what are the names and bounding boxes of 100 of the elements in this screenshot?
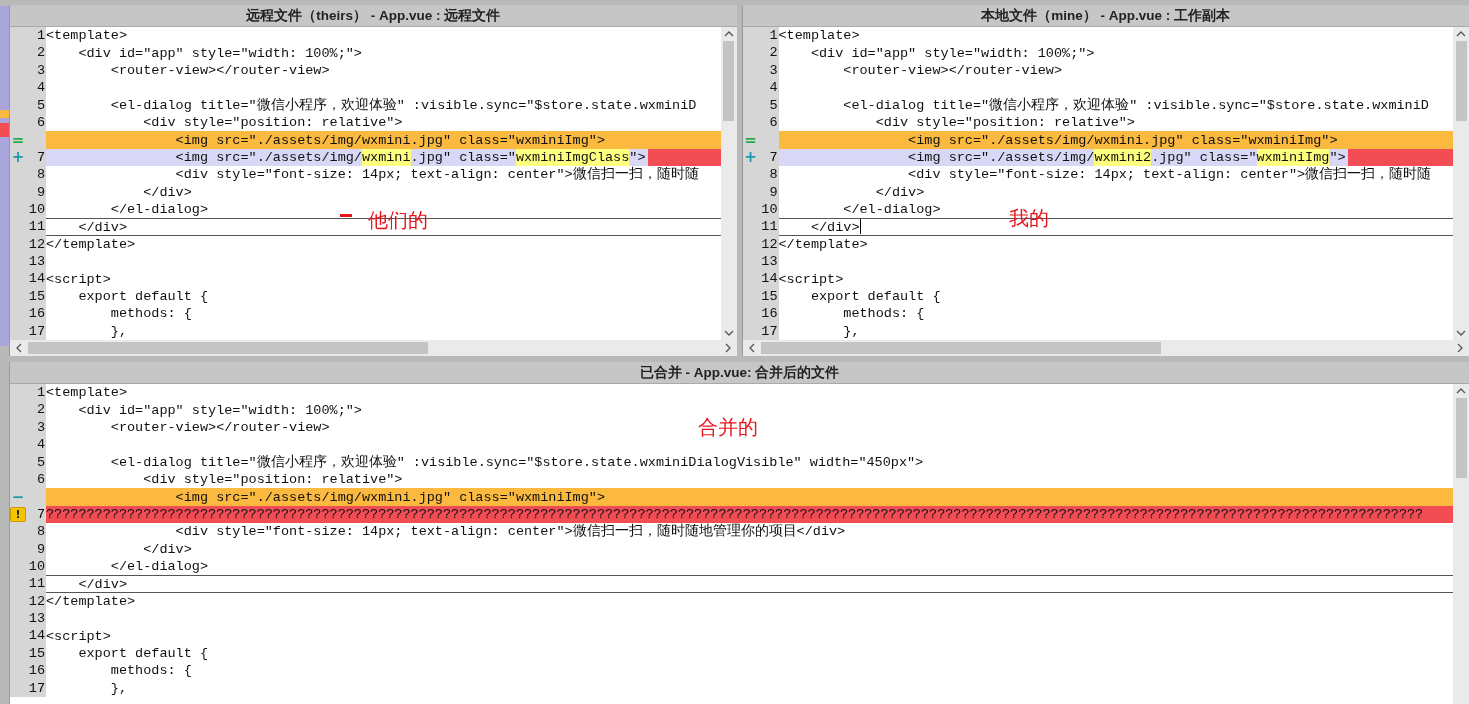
scroll-down-icon[interactable]: [1456, 330, 1466, 336]
equal-marker: =: [744, 132, 757, 148]
vertical-scrollbar[interactable]: [1453, 384, 1469, 704]
line-number: 6: [35, 113, 46, 132]
code-text: <template>: [46, 384, 127, 402]
code-text: methods: {: [109, 305, 192, 323]
scrollbar-thumb[interactable]: [1455, 398, 1467, 478]
code-text: <div style="position: relative">: [142, 114, 403, 132]
line-number: 10: [27, 200, 46, 219]
added-marker: +: [11, 149, 25, 165]
line-number: 3: [768, 61, 779, 80]
code-text: <el-dialog title="微信小程序，欢迎体验" :visible.sync="$store.state.wxminiDialogVisible" width="450px">: [109, 453, 924, 471]
code-text: </template>: [778, 235, 868, 253]
scroll-right-icon[interactable]: [1457, 343, 1463, 353]
horizontal-scrollbar[interactable]: [10, 340, 737, 356]
code-text: ">: [1329, 148, 1346, 166]
code-text: },: [109, 322, 127, 340]
line-number: 7: [35, 505, 46, 524]
scroll-left-icon[interactable]: [748, 343, 755, 353]
code-text: </el-dialog>: [842, 201, 941, 219]
code-text: <div style="font-size: 14px; text-align: center">微信扫一扫，随时随: [174, 166, 699, 184]
added-marker: +: [744, 149, 757, 165]
removed-marker: −: [11, 489, 25, 505]
code-text: </div>: [142, 183, 192, 201]
line-number: 13: [27, 253, 46, 271]
code-text: <el-dialog title="微信小程序，欢迎体验" :visible.sync="$store.state.wxminiD: [109, 96, 697, 114]
code-text: <script>: [46, 270, 111, 288]
line-number: 2: [35, 44, 46, 62]
line-number: 15: [760, 287, 779, 306]
vertical-scrollbar[interactable]: [720, 27, 737, 340]
pane-title: 本地文件（mine） - App.vue : 工作副本: [742, 5, 1469, 27]
code-text: <div id="app" style="width: 100%;">: [809, 44, 1095, 62]
line-number: 11: [27, 218, 46, 236]
line-number: 9: [35, 183, 46, 201]
line-number: 14: [760, 270, 779, 288]
pane-title: 已合并 - App.vue: 合并后的文件: [10, 362, 1469, 384]
scrollbar-thumb[interactable]: [1455, 41, 1467, 121]
line-number: 12: [27, 592, 46, 611]
line-number: 12: [27, 235, 46, 254]
code-text: <el-dialog title="微信小程序，欢迎体验" :visible.sync="$store.state.wxminiD: [842, 96, 1429, 114]
line-number: 11: [760, 218, 779, 236]
line-number: 6: [768, 113, 779, 132]
line-number: 11: [27, 575, 46, 593]
code-text: export default {: [77, 645, 209, 663]
line-number: 7: [35, 148, 46, 167]
code-text: methods: {: [842, 305, 925, 323]
code-text: <div id="app" style="width: 100%;">: [77, 44, 362, 62]
line-number: 4: [768, 79, 779, 97]
code-text: <img src="./assets/img/wxmini.jpg" class="wxminiImg">: [907, 131, 1338, 149]
vertical-scrollbar[interactable]: [1453, 27, 1469, 340]
line-number: 4: [35, 79, 46, 97]
code-text: },: [842, 322, 860, 340]
line-number: 10: [760, 200, 779, 219]
line-number: 1: [35, 27, 46, 45]
code-text: <router-view></router-view>: [842, 61, 1063, 79]
line-number: 16: [27, 662, 46, 680]
scroll-up-icon[interactable]: [723, 31, 734, 37]
line-number: 1: [35, 384, 46, 402]
line-number: 3: [35, 61, 46, 80]
code-text: </div>: [77, 218, 127, 236]
code-text: </template>: [46, 592, 136, 610]
location-bar[interactable]: [0, 6, 9, 346]
code-text: <template>: [46, 27, 127, 45]
line-number: 6: [35, 470, 46, 489]
scroll-right-icon[interactable]: [724, 343, 731, 353]
line-number: 13: [760, 253, 779, 271]
line-number: 10: [27, 557, 46, 576]
code-text: </div>: [809, 218, 860, 236]
line-number: 16: [760, 305, 779, 323]
scroll-left-icon[interactable]: [16, 343, 22, 353]
line-number: 2: [35, 401, 46, 419]
line-number: 8: [35, 166, 46, 184]
code-text: </div>: [874, 183, 925, 201]
line-number: 17: [27, 322, 46, 340]
code-text: <div style="position: relative">: [142, 471, 403, 489]
code-text: <router-view></router-view>: [109, 61, 330, 79]
line-number: 5: [35, 453, 46, 471]
code-text: ">: [629, 148, 646, 166]
line-number: 14: [27, 270, 46, 288]
line-number: 12: [760, 235, 779, 254]
line-number: 9: [768, 183, 779, 201]
code-text: <div id="app" style="width: 100%;">: [77, 401, 362, 419]
scroll-down-icon[interactable]: [723, 330, 734, 336]
code-text: <div style="font-size: 14px; text-align: center">微信扫一扫，随时随: [907, 166, 1432, 184]
code-text: <script>: [778, 270, 844, 288]
line-number: 16: [27, 305, 46, 323]
scroll-up-icon[interactable]: [1456, 388, 1466, 394]
scrollbar-thumb[interactable]: [760, 342, 1161, 354]
line-number: 5: [768, 96, 779, 114]
code-text: <img src="./assets/img/wxmini.jpg" class="wxminiImg">: [174, 131, 605, 149]
code-text: <router-view></router-view>: [109, 418, 330, 436]
code-text: </el-dialog>: [109, 201, 209, 219]
scrollbar-thumb[interactable]: [28, 342, 429, 354]
horizontal-scrollbar[interactable]: [742, 340, 1469, 356]
scrollbar-thumb[interactable]: [723, 41, 734, 121]
scroll-up-icon[interactable]: [1456, 31, 1466, 37]
line-number: 17: [760, 322, 779, 340]
line-number: 4: [35, 436, 46, 454]
code-text: </template>: [46, 235, 136, 253]
code-text: </div>: [142, 540, 192, 558]
